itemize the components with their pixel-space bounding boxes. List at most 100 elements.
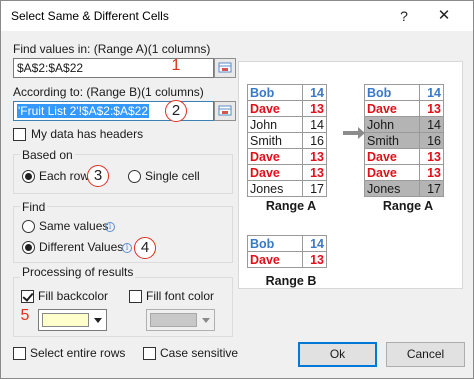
case-sensitive-checkbox[interactable] bbox=[143, 347, 156, 360]
find-group bbox=[13, 206, 233, 263]
info-icon[interactable]: i bbox=[105, 222, 115, 232]
step-5-badge: 5 bbox=[20, 307, 30, 324]
chevron-down-icon bbox=[94, 318, 102, 323]
info-icon[interactable]: i bbox=[122, 243, 132, 253]
range-a-after-caption: Range A bbox=[382, 199, 434, 213]
range-b-value: 'Fruit List 2'!$A$2:$A$22 bbox=[17, 104, 149, 118]
my-data-has-headers-checkbox[interactable] bbox=[13, 128, 26, 141]
select-entire-rows-label: Select entire rows bbox=[30, 346, 126, 360]
range-b-label: According to: (Range B)(1 columns) bbox=[13, 85, 204, 99]
different-values-label: Different Values bbox=[39, 240, 124, 254]
table-row: Bob 14 bbox=[247, 84, 327, 101]
range-a-before-table: Bob 14 Dave 13 John 14 Smith 16 Dave 13 Dave 13 Jone… bbox=[247, 84, 327, 197]
step-2-badge: 2 bbox=[165, 100, 187, 122]
table-row: Dave 13 bbox=[247, 251, 327, 268]
font-color-swatch bbox=[150, 313, 197, 327]
based-on-title: Based on bbox=[20, 148, 75, 162]
number-cell: 14 bbox=[302, 235, 327, 252]
font-color-picker bbox=[146, 309, 215, 331]
name-cell: Dave bbox=[247, 164, 303, 181]
name-cell: Dave bbox=[364, 148, 420, 165]
each-row-label: Each row bbox=[39, 169, 90, 183]
number-cell: 14 bbox=[302, 116, 327, 133]
number-cell: 13 bbox=[419, 148, 444, 165]
number-cell: 13 bbox=[419, 164, 444, 181]
name-cell: Dave bbox=[247, 148, 303, 165]
arrow-right-icon bbox=[343, 127, 365, 139]
table-row: Bob 14 bbox=[247, 235, 327, 252]
name-cell: Jones bbox=[364, 180, 420, 197]
range-a-label: Find values in: (Range A)(1 columns) bbox=[13, 42, 211, 56]
chevron-down-icon bbox=[202, 318, 210, 323]
my-data-has-headers-label: My data has headers bbox=[31, 127, 144, 141]
name-cell: Bob bbox=[247, 84, 303, 101]
ok-button[interactable]: Ok bbox=[298, 342, 377, 367]
dialog-title: Select Same & Different Cells bbox=[11, 9, 169, 23]
number-cell: 14 bbox=[302, 84, 327, 101]
table-row: Smith 16 bbox=[364, 132, 444, 149]
range-select-icon bbox=[218, 62, 232, 73]
single-cell-label: Single cell bbox=[145, 169, 200, 183]
name-cell: Smith bbox=[247, 132, 303, 149]
number-cell: 16 bbox=[302, 132, 327, 149]
cancel-button[interactable]: Cancel bbox=[386, 342, 465, 367]
fill-backcolor-checkbox[interactable] bbox=[21, 290, 34, 303]
range-a-select-button[interactable] bbox=[214, 58, 236, 78]
different-values-radio[interactable] bbox=[22, 241, 35, 254]
step-1-badge: 1 bbox=[171, 57, 181, 74]
table-row: Jones 17 bbox=[247, 180, 327, 197]
number-cell: 13 bbox=[302, 100, 327, 117]
table-row: John 14 bbox=[364, 116, 444, 133]
number-cell: 16 bbox=[419, 132, 444, 149]
range-b-select-button[interactable] bbox=[214, 101, 236, 121]
number-cell: 13 bbox=[419, 100, 444, 117]
processing-title: Processing of results bbox=[20, 265, 136, 279]
backcolor-swatch bbox=[42, 313, 89, 327]
name-cell: John bbox=[247, 116, 303, 133]
backcolor-picker[interactable] bbox=[38, 309, 107, 331]
single-cell-radio[interactable] bbox=[128, 170, 141, 183]
table-row: John 14 bbox=[247, 116, 327, 133]
range-a-after-table: Bob 14 Dave 13 John 14 Smith 16 Dave 13 Dave 13 Jone… bbox=[364, 84, 444, 197]
preview-pane: Bob 14 Dave 13 John 14 Smith 16 Dave 13 Dave 13 Jone… bbox=[238, 61, 463, 289]
range-b-caption: Range B bbox=[265, 274, 317, 288]
name-cell: Bob bbox=[247, 235, 303, 252]
name-cell: Dave bbox=[247, 100, 303, 117]
close-button[interactable]: ✕ bbox=[429, 5, 459, 27]
range-b-table: Bob 14 Dave 13 bbox=[247, 235, 327, 268]
name-cell: Smith bbox=[364, 132, 420, 149]
table-row: Dave 13 bbox=[247, 164, 327, 181]
title-bar: Select Same & Different Cells ? ✕ bbox=[1, 1, 473, 31]
name-cell: Dave bbox=[247, 251, 303, 268]
table-row: Dave 13 bbox=[364, 148, 444, 165]
name-cell: Bob bbox=[364, 84, 420, 101]
number-cell: 13 bbox=[302, 148, 327, 165]
table-row: Smith 16 bbox=[247, 132, 327, 149]
number-cell: 17 bbox=[302, 180, 327, 197]
number-cell: 14 bbox=[419, 84, 444, 101]
same-values-label: Same values bbox=[39, 219, 109, 233]
same-values-radio[interactable] bbox=[22, 220, 35, 233]
number-cell: 14 bbox=[419, 116, 444, 133]
range-a-before-caption: Range A bbox=[265, 199, 317, 213]
fill-font-color-label: Fill font color bbox=[146, 289, 215, 303]
help-button[interactable]: ? bbox=[389, 5, 419, 27]
each-row-radio[interactable] bbox=[22, 170, 35, 183]
table-row: Jones 17 bbox=[364, 180, 444, 197]
step-3-badge: 3 bbox=[87, 165, 109, 187]
name-cell: John bbox=[364, 116, 420, 133]
fill-font-color-checkbox[interactable] bbox=[129, 290, 142, 303]
table-row: Dave 13 bbox=[364, 100, 444, 117]
number-cell: 13 bbox=[302, 251, 327, 268]
number-cell: 13 bbox=[302, 164, 327, 181]
select-same-different-dialog: Select Same & Different Cells ? ✕ Find v… bbox=[0, 0, 474, 379]
table-row: Dave 13 bbox=[247, 100, 327, 117]
number-cell: 17 bbox=[419, 180, 444, 197]
select-entire-rows-checkbox[interactable] bbox=[13, 347, 26, 360]
range-select-icon bbox=[218, 105, 232, 116]
step-4-badge: 4 bbox=[134, 237, 156, 259]
name-cell: Jones bbox=[247, 180, 303, 197]
table-row: Dave 13 bbox=[247, 148, 327, 165]
fill-backcolor-label: Fill backcolor bbox=[38, 289, 109, 303]
name-cell: Dave bbox=[364, 164, 420, 181]
